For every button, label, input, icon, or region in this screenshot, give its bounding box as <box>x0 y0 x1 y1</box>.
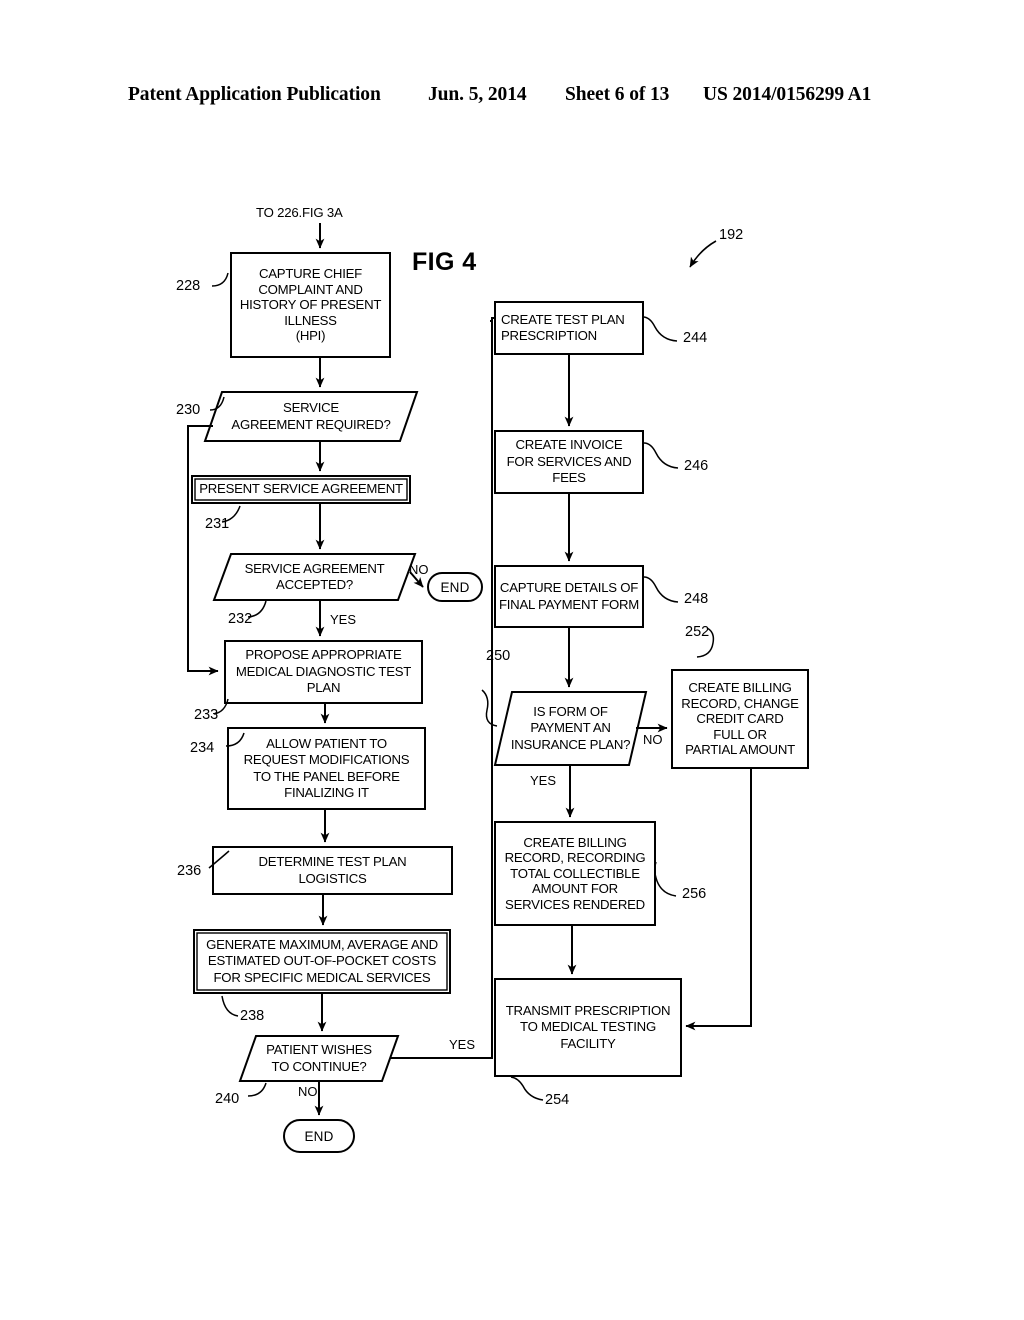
node-shape-238 <box>193 929 451 994</box>
edge-label-240-yes: YES <box>449 1037 476 1052</box>
ref-232: 232 <box>228 611 253 627</box>
leader-256 <box>653 861 677 897</box>
node-shape-228 <box>230 252 391 358</box>
figure-title: FIG 4 <box>412 248 477 276</box>
edge-label-232-yes: YES <box>330 612 357 627</box>
ref-244: 244 <box>683 330 708 346</box>
node-shape-238-inner <box>196 932 448 991</box>
leader-244 <box>642 316 678 342</box>
ref-238: 238 <box>240 1008 265 1024</box>
node-shape-232 <box>212 553 417 601</box>
node-shape-240 <box>238 1035 400 1082</box>
ref-228: 228 <box>176 278 201 294</box>
ref-233: 233 <box>194 707 219 723</box>
leader-238 <box>221 995 239 1017</box>
node-shape-231-inner <box>194 478 408 501</box>
leader-246 <box>643 442 679 469</box>
ref-254: 254 <box>545 1092 570 1108</box>
node-shape-248 <box>494 565 644 628</box>
node-shape-end-top <box>427 572 483 602</box>
flowchart-svg <box>187 223 809 1153</box>
leader-228 <box>211 272 229 287</box>
ref-250: 250 <box>486 648 511 664</box>
node-shape-256 <box>494 821 656 926</box>
node-shape-236 <box>212 846 453 895</box>
edge-230-bypass-to-233 <box>187 425 219 676</box>
ref-236: 236 <box>177 863 202 879</box>
node-shape-230 <box>203 391 419 442</box>
node-shape-254 <box>494 978 682 1077</box>
node-shape-231 <box>191 475 411 504</box>
ref-252: 252 <box>685 624 710 640</box>
leader-254 <box>510 1076 544 1101</box>
flowchart-figure: TO 226.FIG 3A FIG 4 CAPTURE CHIEF COMPLA… <box>0 0 1024 1320</box>
entry-connector-label: TO 226.FIG 3A <box>256 205 343 220</box>
node-shape-244 <box>494 301 644 355</box>
ref-231: 231 <box>205 516 230 532</box>
edge-label-250-yes: YES <box>530 773 557 788</box>
ref-240: 240 <box>215 1091 240 1107</box>
ref-192: 192 <box>719 227 744 243</box>
edge-label-232-no: NO <box>409 562 429 577</box>
leader-192-arrow <box>689 240 717 268</box>
node-shape-252 <box>671 669 809 769</box>
node-shape-233 <box>224 640 423 704</box>
node-shape-234 <box>227 727 426 810</box>
ref-246: 246 <box>684 458 709 474</box>
node-shape-246 <box>494 430 644 494</box>
node-shape-250 <box>493 691 648 766</box>
edge-label-250-no: NO <box>643 732 663 747</box>
ref-248: 248 <box>684 591 709 607</box>
edge-240-yes-to-244 <box>390 320 493 1059</box>
ref-234: 234 <box>190 740 215 756</box>
node-shape-end-bottom <box>283 1119 355 1153</box>
leader-240 <box>247 1082 267 1097</box>
ref-256: 256 <box>682 886 707 902</box>
ref-230: 230 <box>176 402 201 418</box>
leader-250 <box>481 689 498 727</box>
leader-248 <box>643 576 679 603</box>
edge-label-240-no: NO <box>298 1084 318 1099</box>
